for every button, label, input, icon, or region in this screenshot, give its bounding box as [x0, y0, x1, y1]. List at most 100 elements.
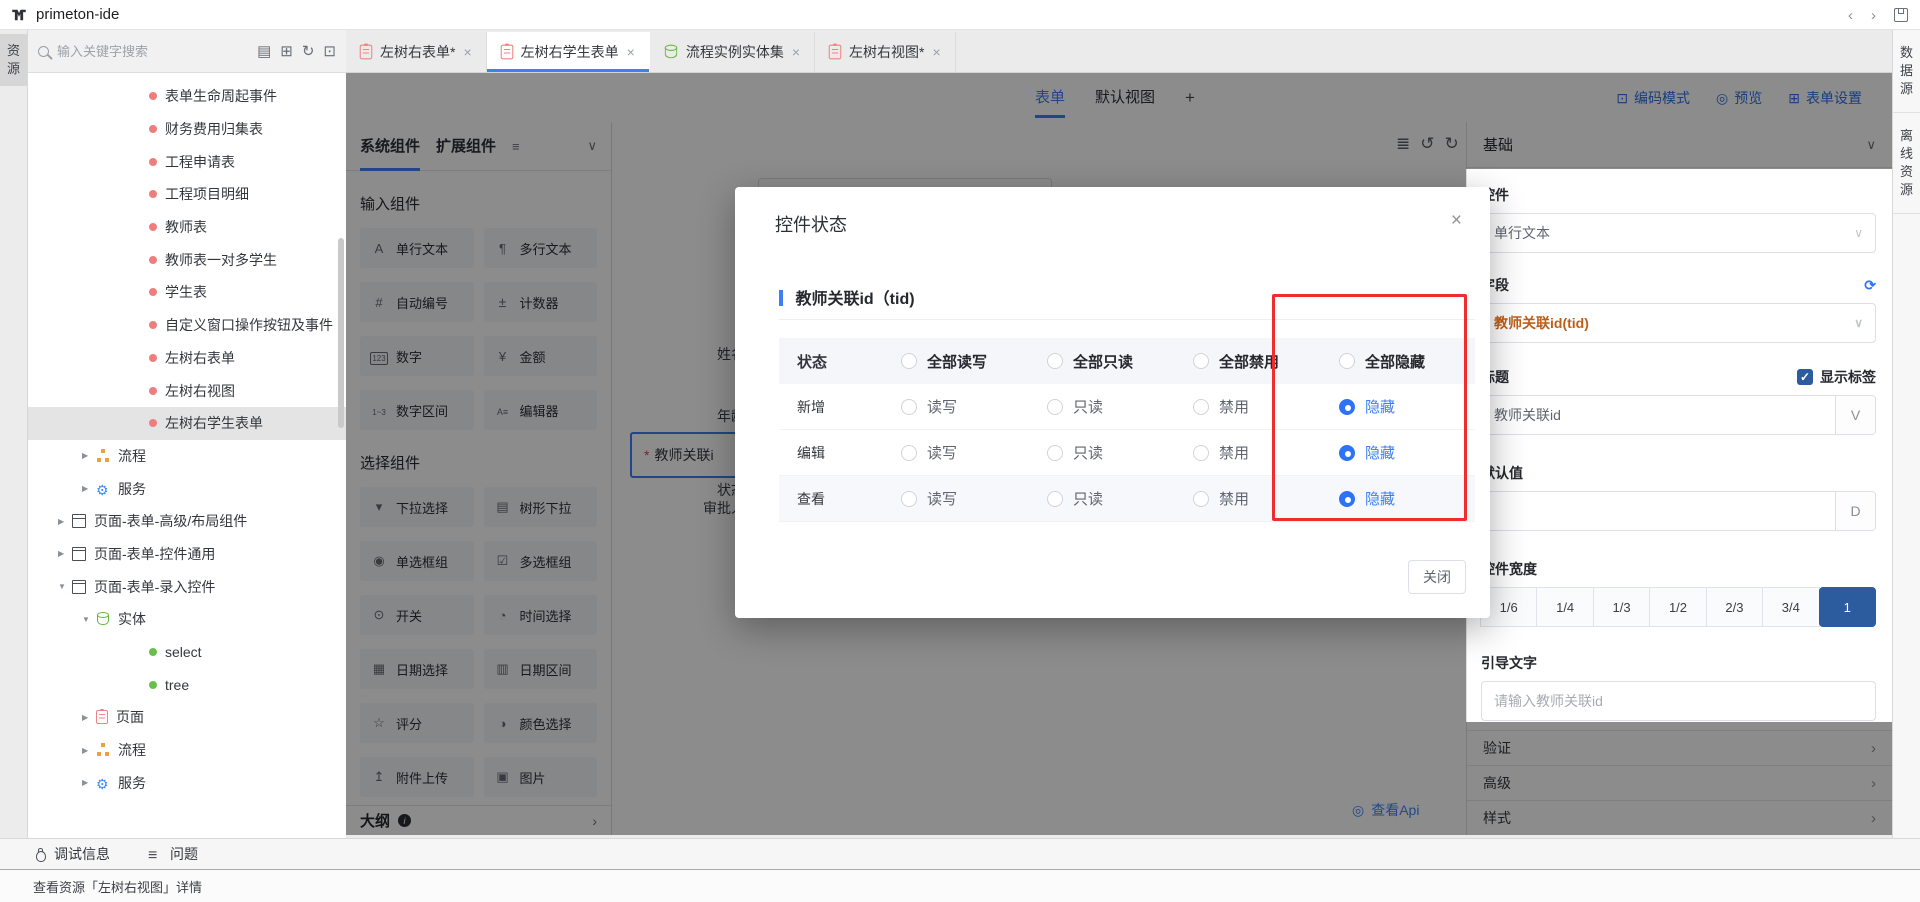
expand-arrow-icon[interactable] — [82, 746, 96, 755]
radio-option[interactable]: 禁用 — [1183, 396, 1329, 417]
close-icon[interactable] — [1451, 211, 1462, 230]
expand-arrow-icon[interactable] — [82, 713, 96, 722]
width-option[interactable]: 3/4 — [1762, 587, 1819, 627]
radio-option-all[interactable]: 全部隐藏 — [1329, 351, 1475, 372]
search-input[interactable] — [57, 44, 249, 59]
radio-icon[interactable] — [1047, 445, 1063, 461]
tree-item[interactable]: 学生表 — [28, 276, 346, 309]
dynamic-toggle-button[interactable]: D — [1835, 492, 1875, 530]
rail-tab[interactable]: 数据源 — [1893, 30, 1920, 113]
radio-option-all[interactable]: 全部只读 — [1037, 351, 1183, 372]
radio-icon[interactable] — [1193, 445, 1209, 461]
close-tab-icon[interactable] — [627, 44, 635, 60]
radio-icon[interactable] — [901, 399, 917, 415]
tree-item[interactable]: 页面-表单-控件通用 — [28, 538, 346, 571]
guide-text-input[interactable] — [1482, 682, 1875, 720]
radio-option[interactable]: 隐藏 — [1329, 488, 1475, 509]
radio-option[interactable]: 读写 — [891, 488, 1037, 509]
tree-item[interactable]: 左树右学生表单 — [28, 407, 346, 440]
tree-item[interactable]: 页面-表单-录入控件 — [28, 570, 346, 603]
radio-icon[interactable] — [1339, 491, 1355, 507]
expand-arrow-icon[interactable] — [58, 582, 72, 591]
radio-option[interactable]: 读写 — [891, 396, 1037, 417]
tree-item[interactable]: 左树右视图 — [28, 374, 346, 407]
radio-option[interactable]: 读写 — [891, 442, 1037, 463]
tree-item[interactable]: 流程 — [28, 734, 346, 767]
tree-item[interactable]: 页面-视图设置 — [28, 799, 346, 803]
tree-item[interactable]: 流程 — [28, 440, 346, 473]
expand-arrow-icon[interactable] — [82, 778, 96, 787]
radio-icon[interactable] — [1047, 353, 1063, 369]
explorer-action-icon[interactable] — [302, 44, 315, 59]
tree-item[interactable]: 工程申请表 — [28, 145, 346, 178]
radio-option[interactable]: 隐藏 — [1329, 396, 1475, 417]
control-type-select[interactable]: 单行文本 — [1481, 213, 1876, 253]
radio-option[interactable]: 只读 — [1037, 442, 1183, 463]
document-tab[interactable]: 左树右表单* — [346, 32, 487, 72]
radio-option[interactable]: 只读 — [1037, 488, 1183, 509]
radio-icon[interactable] — [1193, 399, 1209, 415]
radio-icon[interactable] — [1339, 353, 1355, 369]
tree-item[interactable]: 自定义窗口操作按钮及事件 — [28, 309, 346, 342]
rail-tab[interactable]: 离线资源 — [1893, 113, 1920, 214]
radio-option[interactable]: 禁用 — [1183, 442, 1329, 463]
tree-item[interactable]: 工程项目明细 — [28, 178, 346, 211]
radio-icon[interactable] — [1339, 399, 1355, 415]
expand-arrow-icon[interactable] — [82, 484, 96, 493]
nav-forward-icon[interactable]: › — [1871, 8, 1876, 23]
nav-back-icon[interactable]: ‹ — [1848, 8, 1853, 23]
field-select[interactable]: 教师关联id(tid) — [1481, 303, 1876, 343]
close-button[interactable]: 关闭 — [1408, 560, 1466, 594]
tree-item[interactable]: 页面 — [28, 701, 346, 734]
variable-toggle-button[interactable]: V — [1835, 396, 1875, 434]
expand-arrow-icon[interactable] — [82, 615, 96, 624]
tree-item[interactable]: 财务费用归集表 — [28, 113, 346, 146]
tree-scrollbar[interactable] — [338, 238, 344, 428]
radio-icon[interactable] — [1193, 491, 1209, 507]
document-tab[interactable]: 流程实例实体集 — [650, 32, 815, 72]
tree-item[interactable]: 页面-表单-高级/布局组件 — [28, 505, 346, 538]
radio-icon[interactable] — [1339, 445, 1355, 461]
radio-icon[interactable] — [1047, 491, 1063, 507]
expand-arrow-icon[interactable] — [58, 549, 72, 558]
expand-arrow-icon[interactable] — [82, 451, 96, 460]
rail-tab-resources[interactable]: 资源 — [0, 34, 27, 86]
tree-item[interactable]: 左树右表单 — [28, 342, 346, 375]
radio-option[interactable]: 禁用 — [1183, 488, 1329, 509]
close-tab-icon[interactable] — [792, 44, 800, 60]
width-option[interactable]: 2/3 — [1706, 587, 1763, 627]
radio-icon[interactable] — [1193, 353, 1209, 369]
document-tab[interactable]: 左树右视图* — [815, 32, 956, 72]
radio-icon[interactable] — [901, 491, 917, 507]
bottom-toolbar-item[interactable]: 问题 — [148, 844, 198, 864]
checkbox-checked-icon[interactable] — [1797, 369, 1813, 385]
radio-icon[interactable] — [901, 353, 917, 369]
bottom-toolbar-item[interactable]: 调试信息 — [34, 844, 110, 864]
radio-icon[interactable] — [1047, 399, 1063, 415]
close-tab-icon[interactable] — [932, 44, 940, 60]
refresh-field-icon[interactable] — [1864, 277, 1876, 294]
save-icon[interactable] — [1894, 8, 1908, 22]
tree-item[interactable]: 服务 — [28, 766, 346, 799]
tree-item[interactable]: select — [28, 636, 346, 669]
width-option[interactable]: 1 — [1819, 587, 1876, 627]
tree-item[interactable]: 教师表 — [28, 211, 346, 244]
tree-item[interactable]: 实体 — [28, 603, 346, 636]
expand-arrow-icon[interactable] — [58, 517, 72, 526]
width-option[interactable]: 1/3 — [1593, 587, 1650, 627]
radio-icon[interactable] — [901, 445, 917, 461]
title-input[interactable] — [1482, 396, 1835, 434]
close-tab-icon[interactable] — [463, 44, 471, 60]
show-label-checkbox-wrap[interactable]: 显示标签 — [1797, 367, 1876, 387]
width-option[interactable]: 1/4 — [1536, 587, 1593, 627]
tree-item[interactable]: tree — [28, 668, 346, 701]
radio-option[interactable]: 隐藏 — [1329, 442, 1475, 463]
radio-option-all[interactable]: 全部读写 — [891, 351, 1037, 372]
document-tab[interactable]: 左树右学生表单 — [487, 32, 650, 72]
explorer-action-icon[interactable] — [280, 44, 293, 59]
width-option[interactable]: 1/2 — [1649, 587, 1706, 627]
explorer-action-icon[interactable] — [257, 44, 271, 59]
radio-option[interactable]: 只读 — [1037, 396, 1183, 417]
default-value-input[interactable] — [1482, 492, 1835, 530]
tree-item[interactable]: 表单生命周起事件 — [28, 80, 346, 113]
